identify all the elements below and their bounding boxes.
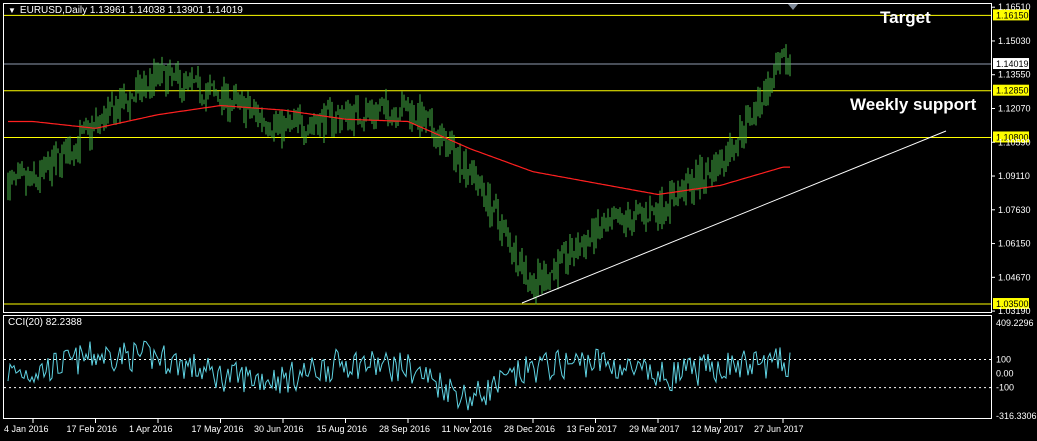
price-tick-label: 1.10590	[998, 137, 1031, 147]
date-tick-label: 17 May 2016	[192, 424, 244, 434]
date-axis: 4 Jan 2016 17 Feb 2016 1 Apr 2016 17 May 20…	[4, 418, 804, 434]
date-tick-label: 4 Jan 2016	[4, 424, 49, 434]
price-tick-label: 1.13550	[998, 70, 1031, 80]
cci-tick-label: -316.3306	[996, 411, 1037, 421]
chart-shift-marker[interactable]	[788, 4, 798, 10]
ma-line	[8, 104, 790, 196]
price-tick-label: 1.07630	[998, 205, 1031, 215]
date-tick-label: 17 Feb 2016	[67, 424, 118, 434]
date-tick-label: 11 Nov 2016	[442, 424, 492, 434]
symbol-line: EURUSD,Daily 1.13961 1.14038 1.13901 1.1…	[19, 5, 243, 16]
chart-header: ▼ EURUSD,Daily 1.13961 1.14038 1.13901 1.…	[8, 5, 243, 16]
date-tick-label: 28 Dec 2016	[504, 424, 555, 434]
date-tick-label: 12 May 2017	[692, 424, 744, 434]
cci-title: CCI(20) 82.2388	[8, 317, 82, 328]
date-tick-label: 29 Mar 2017	[629, 424, 680, 434]
weekly-support-annotation: Weekly support	[850, 95, 977, 114]
chart-frame: 1.161501.128501.108001.035001.14019 1.16…	[3, 2, 1037, 434]
price-tick-label: 1.04670	[998, 272, 1031, 282]
date-tick-label: 13 Feb 2017	[567, 424, 618, 434]
price-axis: 1.16510 1.15030 1.13550 1.12070 1.10590 1.091…	[991, 2, 1031, 316]
price-tick-label: 1.09110	[998, 171, 1030, 181]
cci-indicator	[4, 340, 991, 411]
cci-line	[7, 340, 791, 411]
price-tick-label: 1.03190	[998, 306, 1031, 316]
date-tick-label: 15 Aug 2016	[317, 424, 368, 434]
price-tick-label: 1.15030	[998, 36, 1031, 46]
price-tick-label: 1.16510	[998, 2, 1031, 12]
cci-tick-label: -100	[996, 383, 1014, 393]
price-tick-label: 1.12070	[998, 103, 1031, 113]
cci-axis: 409.2296 100 0.00 -100 -316.3306	[996, 318, 1037, 421]
price-panel-border	[3, 3, 992, 313]
target-annotation: Target	[880, 8, 931, 27]
cci-tick-label: 0.00	[996, 369, 1014, 379]
date-tick-label: 28 Sep 2016	[379, 424, 430, 434]
moving-average	[8, 104, 790, 196]
date-tick-label: 27 Jun 2017	[754, 424, 804, 434]
cci-tick-label: 409.2296	[996, 318, 1034, 328]
triangle-down-icon[interactable]: ▼	[8, 6, 16, 15]
price-tick-label: 1.06150	[998, 239, 1031, 249]
date-tick-label: 1 Apr 2016	[129, 424, 173, 434]
cci-tick-label: 100	[996, 354, 1011, 364]
current-price-label: 1.14019	[996, 59, 1029, 69]
level-label: 1.12850	[996, 86, 1029, 96]
date-tick-label: 30 Jun 2016	[254, 424, 304, 434]
price-bars	[7, 44, 791, 305]
